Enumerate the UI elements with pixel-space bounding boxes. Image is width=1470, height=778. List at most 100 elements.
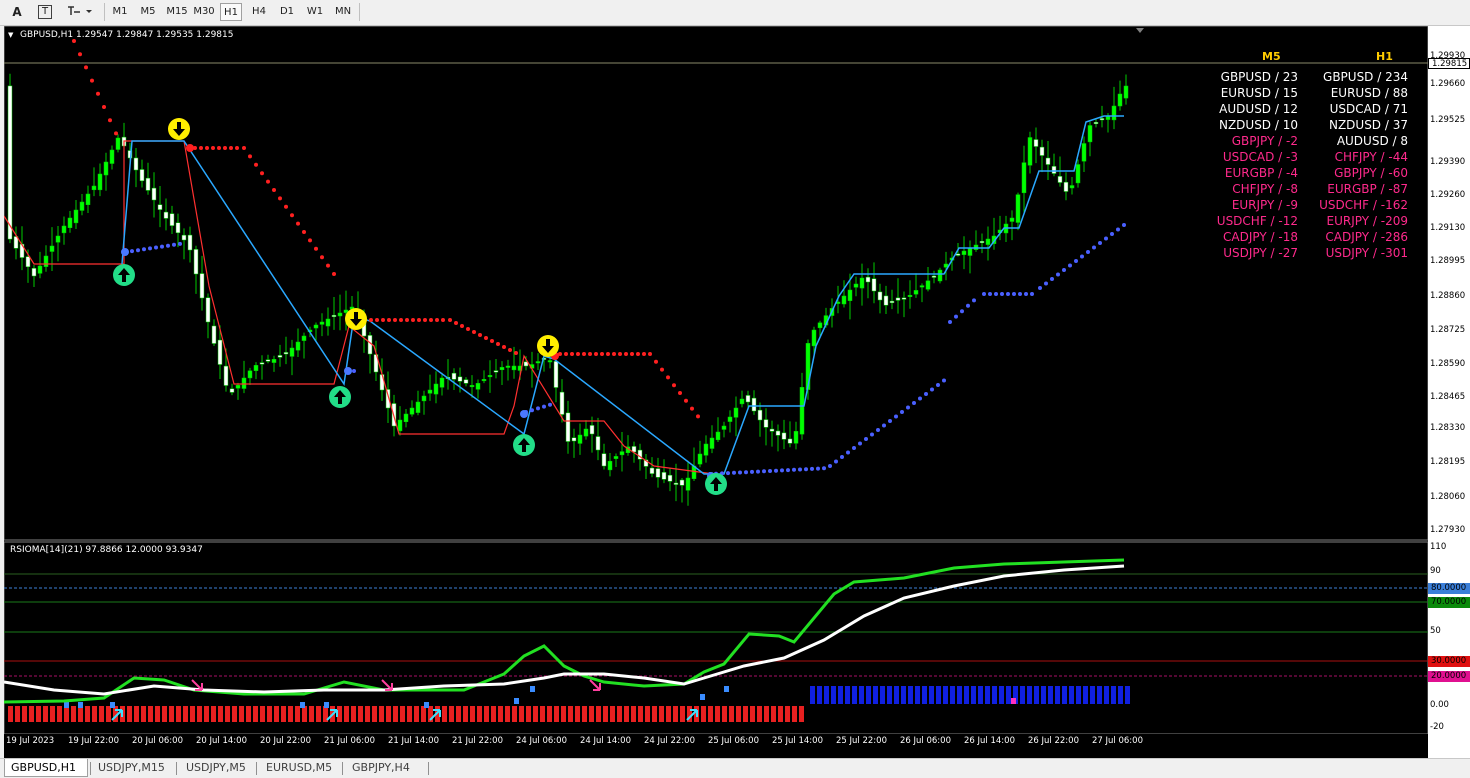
candle-body [409, 407, 415, 415]
candle-body [919, 285, 925, 288]
candle-body [907, 294, 913, 297]
histogram-bar-blue [824, 686, 829, 704]
timeframe-mn-button[interactable]: MN [332, 3, 354, 21]
candle-body [1039, 146, 1045, 156]
histogram-bar-blue [866, 686, 871, 704]
candle-body [961, 250, 967, 255]
objects-menu-button[interactable] [62, 3, 96, 21]
indicator-axis-label: 90 [1430, 566, 1441, 576]
time-axis-label: 20 Jul 06:00 [132, 736, 183, 746]
timeframe-m30-button[interactable]: M30 [192, 3, 216, 21]
candle-body [1105, 116, 1111, 120]
table-header-h1: H1 [1376, 50, 1393, 63]
red-trail-dot [441, 318, 445, 322]
histogram-bar-light [64, 702, 69, 708]
time-axis-label: 24 Jul 22:00 [644, 736, 695, 746]
candle-body [337, 312, 343, 317]
timeframe-h1-button[interactable]: H1 [220, 3, 242, 21]
candle-body [667, 474, 673, 482]
histogram-bar-blue [936, 686, 941, 704]
candle-body [463, 379, 469, 384]
blue-trail-dot [888, 419, 892, 423]
candle-body [1015, 194, 1021, 223]
candle-body [655, 468, 661, 478]
candle-body [67, 217, 73, 228]
candle-body [709, 437, 715, 449]
histogram-bar-light [424, 702, 429, 708]
candle-body [457, 376, 463, 382]
blue-trail-dot [894, 414, 898, 419]
blue-trail-dot [542, 404, 546, 409]
candle-body [511, 365, 517, 371]
red-trail-dot [399, 318, 403, 322]
candle-body [811, 329, 817, 347]
candle-body [139, 169, 145, 182]
timeframe-m1-button[interactable]: M1 [108, 3, 132, 21]
histogram-bar-red [288, 706, 293, 722]
blue-trail-dot [948, 320, 952, 324]
blue-trail-dot [774, 468, 778, 473]
candle-body [547, 360, 553, 363]
red-trail-dot [448, 318, 452, 322]
text-label-tool-button[interactable]: T [34, 3, 56, 21]
candle-body [859, 277, 865, 289]
chart-window[interactable]: ▼ GBPUSD,H1 1.29547 1.29847 1.29535 1.29… [4, 26, 1470, 758]
candle-body [79, 201, 85, 211]
timeframe-m15-button[interactable]: M15 [164, 3, 190, 21]
candle-body [1093, 122, 1099, 125]
candle-body [259, 362, 265, 365]
blue-trail-dot [900, 410, 904, 414]
histogram-bar-red [155, 706, 160, 722]
candle-body [1027, 137, 1033, 166]
histogram-bar-red [204, 706, 209, 722]
candle-body [487, 375, 493, 378]
candle-body [55, 235, 61, 243]
strength-m5-row: EURGBP / -4 [1224, 166, 1298, 180]
chart-menu-arrow-icon[interactable]: ▼ [8, 31, 13, 39]
blue-trail-dot [786, 468, 790, 473]
candle-body [673, 482, 679, 485]
histogram-bar-red [470, 706, 475, 722]
chart-tab[interactable]: GBPJPY,H4 [346, 759, 426, 777]
timeframe-h4-button[interactable]: H4 [248, 3, 270, 21]
histogram-bar-red [78, 706, 83, 722]
candle-body [1099, 118, 1105, 121]
histogram-bar-red [568, 706, 573, 722]
strength-h1-row: EURGBP / -87 [1327, 182, 1408, 196]
chart-tab[interactable]: GBPUSD,H1 [4, 759, 88, 777]
blue-trail-dot [858, 441, 862, 446]
candle-body [493, 370, 499, 373]
histogram-bar-red [274, 706, 279, 722]
timeframe-d1-button[interactable]: D1 [276, 3, 298, 21]
histogram-bar-light [110, 702, 115, 708]
blue-trail-dot [1012, 292, 1016, 296]
timeframe-m5-button[interactable]: M5 [136, 3, 160, 21]
chart-tab[interactable]: USDJPY,M5 [180, 759, 254, 777]
histogram-bar-red [253, 706, 258, 722]
red-trail-dot [490, 339, 494, 343]
candle-body [967, 247, 973, 256]
candle-body [145, 177, 151, 191]
histogram-bar-red [218, 706, 223, 722]
red-trail-dot [594, 352, 598, 356]
chart-tab[interactable]: EURUSD,M5 [260, 759, 340, 777]
candle-body [685, 477, 691, 491]
candle-body [895, 297, 901, 301]
histogram-bar-red [64, 706, 69, 722]
histogram-bar-blue [908, 686, 913, 704]
text-tool-button[interactable]: A [6, 3, 28, 21]
candle-body [31, 268, 37, 277]
candle-body [1057, 176, 1063, 183]
candle-body [739, 398, 745, 405]
histogram-bar-red [533, 706, 538, 722]
timeframe-w1-button[interactable]: W1 [304, 3, 326, 21]
histogram-bar-blue [971, 686, 976, 704]
histogram-bar-blue [957, 686, 962, 704]
candle-body [595, 436, 601, 451]
chart-tab[interactable]: USDJPY,M15 [92, 759, 174, 777]
strength-h1-row: USDCAD / 71 [1329, 102, 1408, 116]
red-trail-dot [654, 359, 658, 364]
indicator-panel [4, 541, 1429, 735]
candle-body [793, 431, 799, 444]
histogram-bar-red [631, 706, 636, 722]
